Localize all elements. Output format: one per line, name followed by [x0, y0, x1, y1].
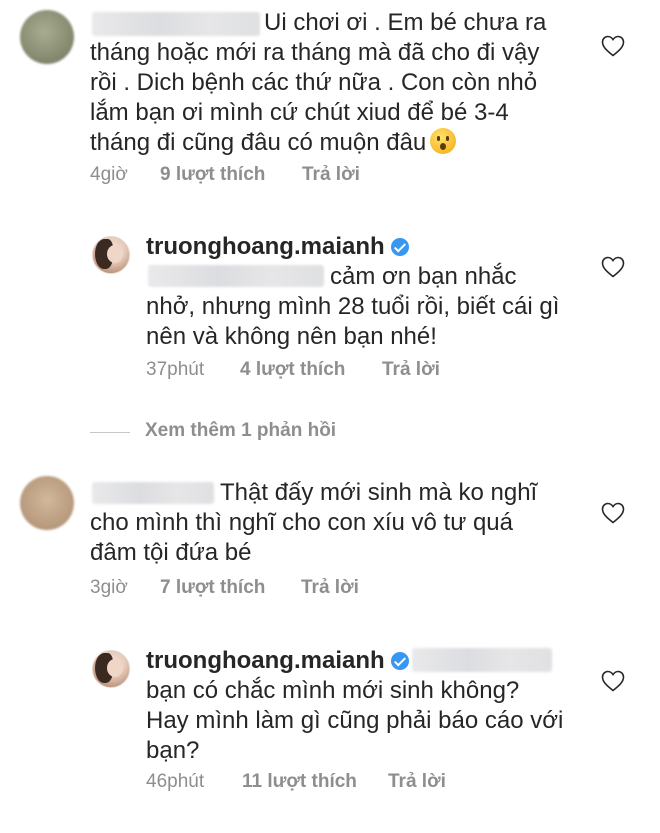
username-link[interactable]: truonghoang.maianh [146, 233, 385, 260]
comment-text: bạn có chắc mình mới sinh không? [146, 677, 520, 704]
redacted-mention [148, 265, 324, 287]
view-more-label[interactable]: Xem thêm 1 phản hồi [145, 420, 336, 442]
divider [90, 432, 130, 433]
reply-button[interactable]: Trả lời [302, 163, 360, 187]
redacted-username [92, 482, 214, 504]
comment-text: cho mình thì nghĩ cho con xíu vô tư quá [90, 509, 513, 536]
timestamp: 46phút [146, 771, 205, 792]
comment-text: Ui chơi ơi . Em bé chưa ra [264, 9, 547, 36]
timestamp: 3giờ [90, 577, 128, 598]
comment-text: rồi . Dich bệnh các thứ nữa . Con còn nh… [90, 69, 538, 96]
comment-text: cảm ơn bạn nhắc [330, 263, 517, 290]
reply-button[interactable]: Trả lời [301, 576, 359, 600]
comment-text: Hay mình làm gì cũng phải báo cáo với [146, 707, 564, 734]
comment-text: nên và không nên bạn nhé! [146, 323, 437, 350]
likes-count[interactable]: 7 lượt thích [160, 576, 265, 600]
redacted-username [92, 12, 260, 36]
heart-outline-icon[interactable] [601, 502, 625, 524]
comment-text: đâm tội đứa bé [90, 539, 252, 566]
verified-badge-icon [390, 652, 409, 670]
comment-text: bạn? [146, 737, 200, 764]
avatar[interactable] [20, 10, 74, 64]
heart-outline-icon[interactable] [601, 670, 625, 692]
heart-outline-icon[interactable] [601, 256, 625, 278]
comment-author-line: truonghoang.maianh [146, 646, 409, 676]
reply-button[interactable]: Trả lời [388, 770, 446, 794]
likes-count[interactable]: 9 lượt thích [160, 163, 265, 187]
comment-text: nhở, nhưng mình 28 tuổi rồi, biết cái gì [146, 293, 560, 320]
comment-text: lắm bạn ơi mình cứ chút xiud để bé 3-4 [90, 99, 509, 126]
username-link[interactable]: truonghoang.maianh [146, 647, 385, 674]
comment-text: tháng hoặc mới ra tháng mà đã cho đi vậy [90, 39, 540, 66]
likes-count[interactable]: 4 lượt thích [240, 358, 345, 382]
avatar[interactable] [92, 236, 130, 274]
reply-button[interactable]: Trả lời [382, 358, 440, 382]
comment-text: tháng đi cũng đâu có muộn đâu [90, 128, 457, 158]
astonished-face-emoji [430, 128, 457, 154]
avatar[interactable] [92, 650, 130, 688]
timestamp: 37phút [146, 359, 205, 380]
redacted-mention [412, 648, 552, 672]
likes-count[interactable]: 11 lượt thích [242, 770, 357, 794]
timestamp: 4giờ [90, 164, 128, 185]
verified-badge-icon [390, 238, 409, 256]
comment-text: Thật đấy mới sinh mà ko nghĩ [220, 479, 538, 506]
comment-author-line: truonghoang.maianh [146, 232, 409, 262]
heart-outline-icon[interactable] [601, 35, 625, 57]
avatar[interactable] [20, 476, 74, 530]
